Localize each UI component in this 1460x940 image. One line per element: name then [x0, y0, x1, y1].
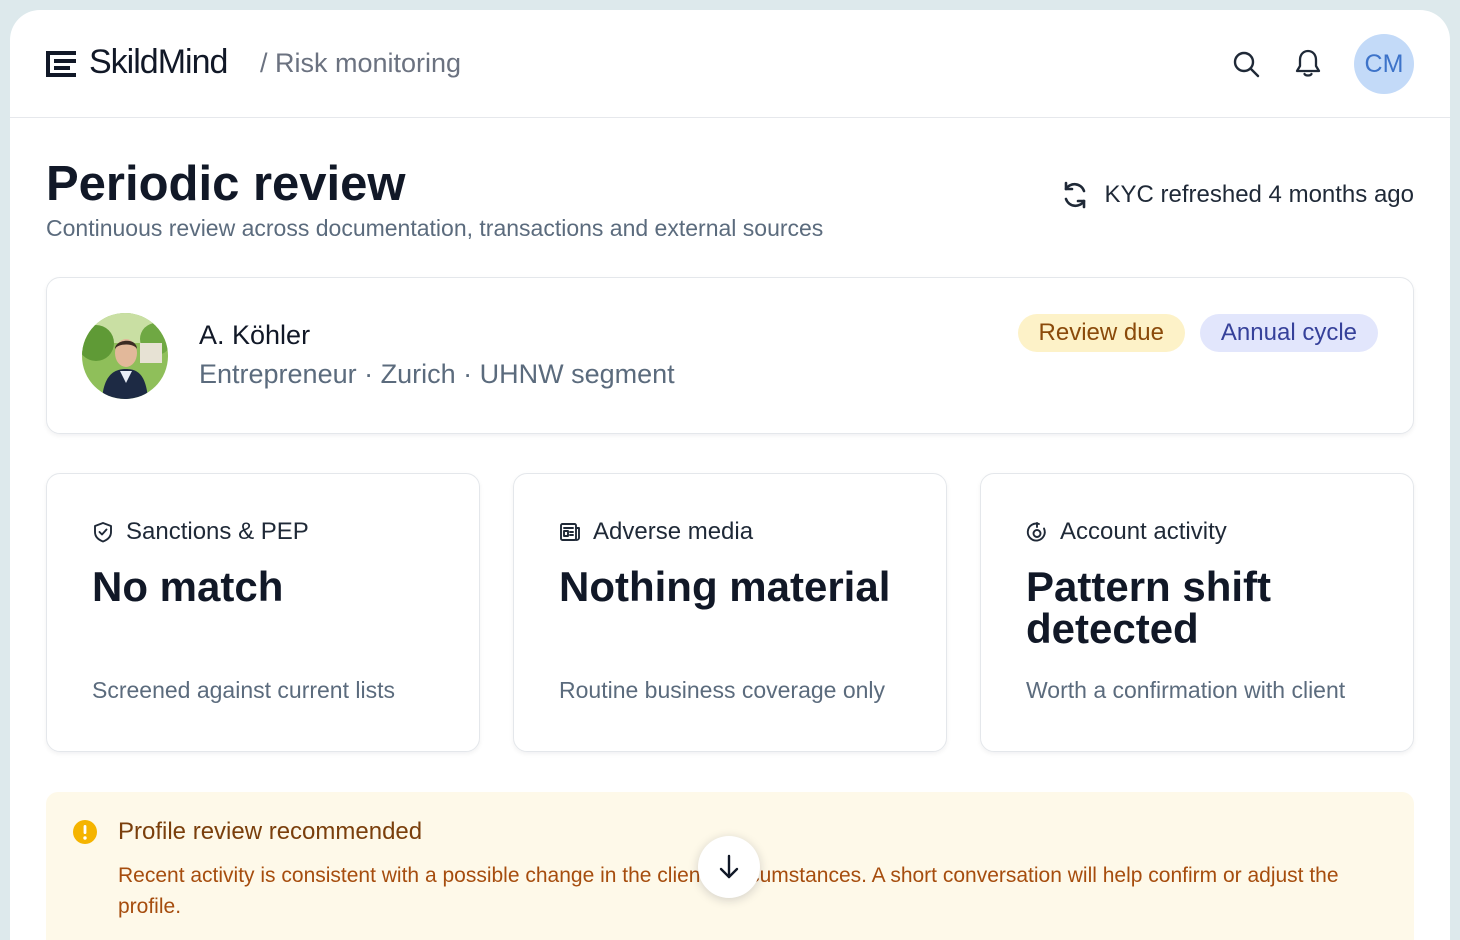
client-card[interactable]: A. Köhler Entrepreneur · Zurich · UHNW s… — [46, 277, 1414, 434]
top-bar: SkildMind / Risk monitoring CM — [10, 10, 1450, 118]
metric-card-account-activity[interactable]: Account activity Pattern shift detected … — [980, 473, 1414, 752]
brand-name: SkildMind — [89, 43, 228, 81]
badge-annual-cycle: Annual cycle — [1199, 314, 1378, 352]
client-badges: Review due Annual cycle — [1017, 314, 1378, 352]
metric-note: Screened against current lists — [92, 677, 395, 703]
metric-note: Worth a confirmation with client — [1026, 677, 1346, 703]
shield-check-icon — [94, 522, 112, 543]
metric-card-adverse-media[interactable]: Adverse media Nothing material Routine b… — [513, 473, 947, 752]
scroll-down-button[interactable] — [698, 836, 760, 898]
breadcrumb[interactable]: / Risk monitoring — [260, 48, 461, 79]
metric-label: Adverse media — [593, 518, 754, 545]
client-photo — [82, 313, 168, 399]
arrow-down-icon — [719, 854, 739, 879]
newspaper-icon — [560, 523, 580, 541]
app-window: SkildMind / Risk monitoring CM Periodic … — [10, 10, 1450, 940]
kyc-status: KYC refreshed 4 months ago — [1060, 180, 1414, 210]
metric-value: No match — [92, 563, 284, 610]
metric-header: Account activity — [1026, 518, 1227, 546]
badge-review-due: Review due — [1017, 314, 1185, 352]
client-meta: Entrepreneur · Zurich · UHNW segment — [199, 359, 675, 389]
kyc-status-text: KYC refreshed 4 months ago — [1104, 181, 1414, 208]
metric-note: Routine business coverage only — [559, 677, 886, 703]
warning-icon — [73, 820, 97, 844]
page-title: Periodic review — [46, 157, 406, 211]
metric-header: Sanctions & PEP — [92, 518, 309, 546]
activity-icon — [1026, 522, 1046, 542]
metric-card-sanctions[interactable]: Sanctions & PEP No match Screened agains… — [46, 473, 480, 752]
metric-value: Nothing material — [559, 563, 891, 610]
alert-title: Profile review recommended — [118, 818, 423, 845]
client-name: A. Köhler — [199, 320, 311, 350]
metric-value: Pattern shift detected — [1026, 563, 1272, 652]
metric-header: Adverse media — [559, 518, 753, 546]
metric-label: Sanctions & PEP — [126, 518, 309, 545]
refresh-icon — [1065, 181, 1086, 209]
logo-icon — [46, 51, 76, 77]
search-icon[interactable] — [1232, 50, 1260, 78]
user-avatar[interactable]: CM — [1354, 34, 1414, 94]
page-subtitle: Continuous review across documentation, … — [46, 215, 824, 241]
bell-icon[interactable] — [1294, 48, 1322, 78]
metric-label: Account activity — [1060, 518, 1227, 545]
